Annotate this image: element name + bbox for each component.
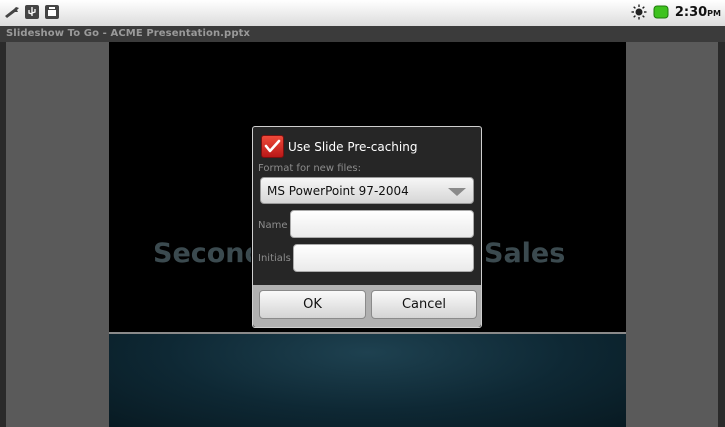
notification-icons xyxy=(4,4,60,20)
left-panel xyxy=(6,42,109,427)
clock: 2:30PM xyxy=(674,4,721,20)
settings-dialog: Use Slide Pre-caching Format for new fil… xyxy=(252,126,482,328)
precaching-checkbox[interactable] xyxy=(261,135,284,158)
sd-card-icon xyxy=(44,4,60,20)
ok-button[interactable]: OK xyxy=(259,290,366,319)
initials-label: Initials xyxy=(258,253,291,264)
checkmark-icon xyxy=(264,139,281,153)
usb-icon xyxy=(24,4,40,20)
format-select[interactable]: MS PowerPoint 97-2004 xyxy=(260,177,474,204)
brightness-icon xyxy=(631,4,647,20)
precaching-option[interactable]: Use Slide Pre-caching xyxy=(261,135,417,158)
next-slide-preview[interactable] xyxy=(109,334,626,427)
name-field[interactable] xyxy=(290,210,474,238)
battery-icon xyxy=(653,4,669,20)
right-panel xyxy=(626,42,718,427)
status-right: 2:30PM xyxy=(631,4,721,20)
slide-title-left: Second xyxy=(153,238,264,269)
status-bar: 2:30PM xyxy=(0,0,725,26)
dropdown-arrow-icon xyxy=(448,188,466,196)
dialog-button-bar: OK Cancel xyxy=(253,285,481,327)
format-label: Format for new files: xyxy=(258,163,362,174)
format-value: MS PowerPoint 97-2004 xyxy=(267,184,409,198)
cancel-button[interactable]: Cancel xyxy=(371,290,477,319)
wrench-icon xyxy=(4,4,20,20)
initials-field[interactable] xyxy=(293,244,474,272)
right-edge xyxy=(718,42,725,427)
precaching-label: Use Slide Pre-caching xyxy=(288,139,418,154)
name-label: Name xyxy=(258,220,288,231)
app-title: Slideshow To Go - ACME Presentation.pptx xyxy=(0,26,725,42)
slide-title-right: Sales xyxy=(484,238,566,269)
